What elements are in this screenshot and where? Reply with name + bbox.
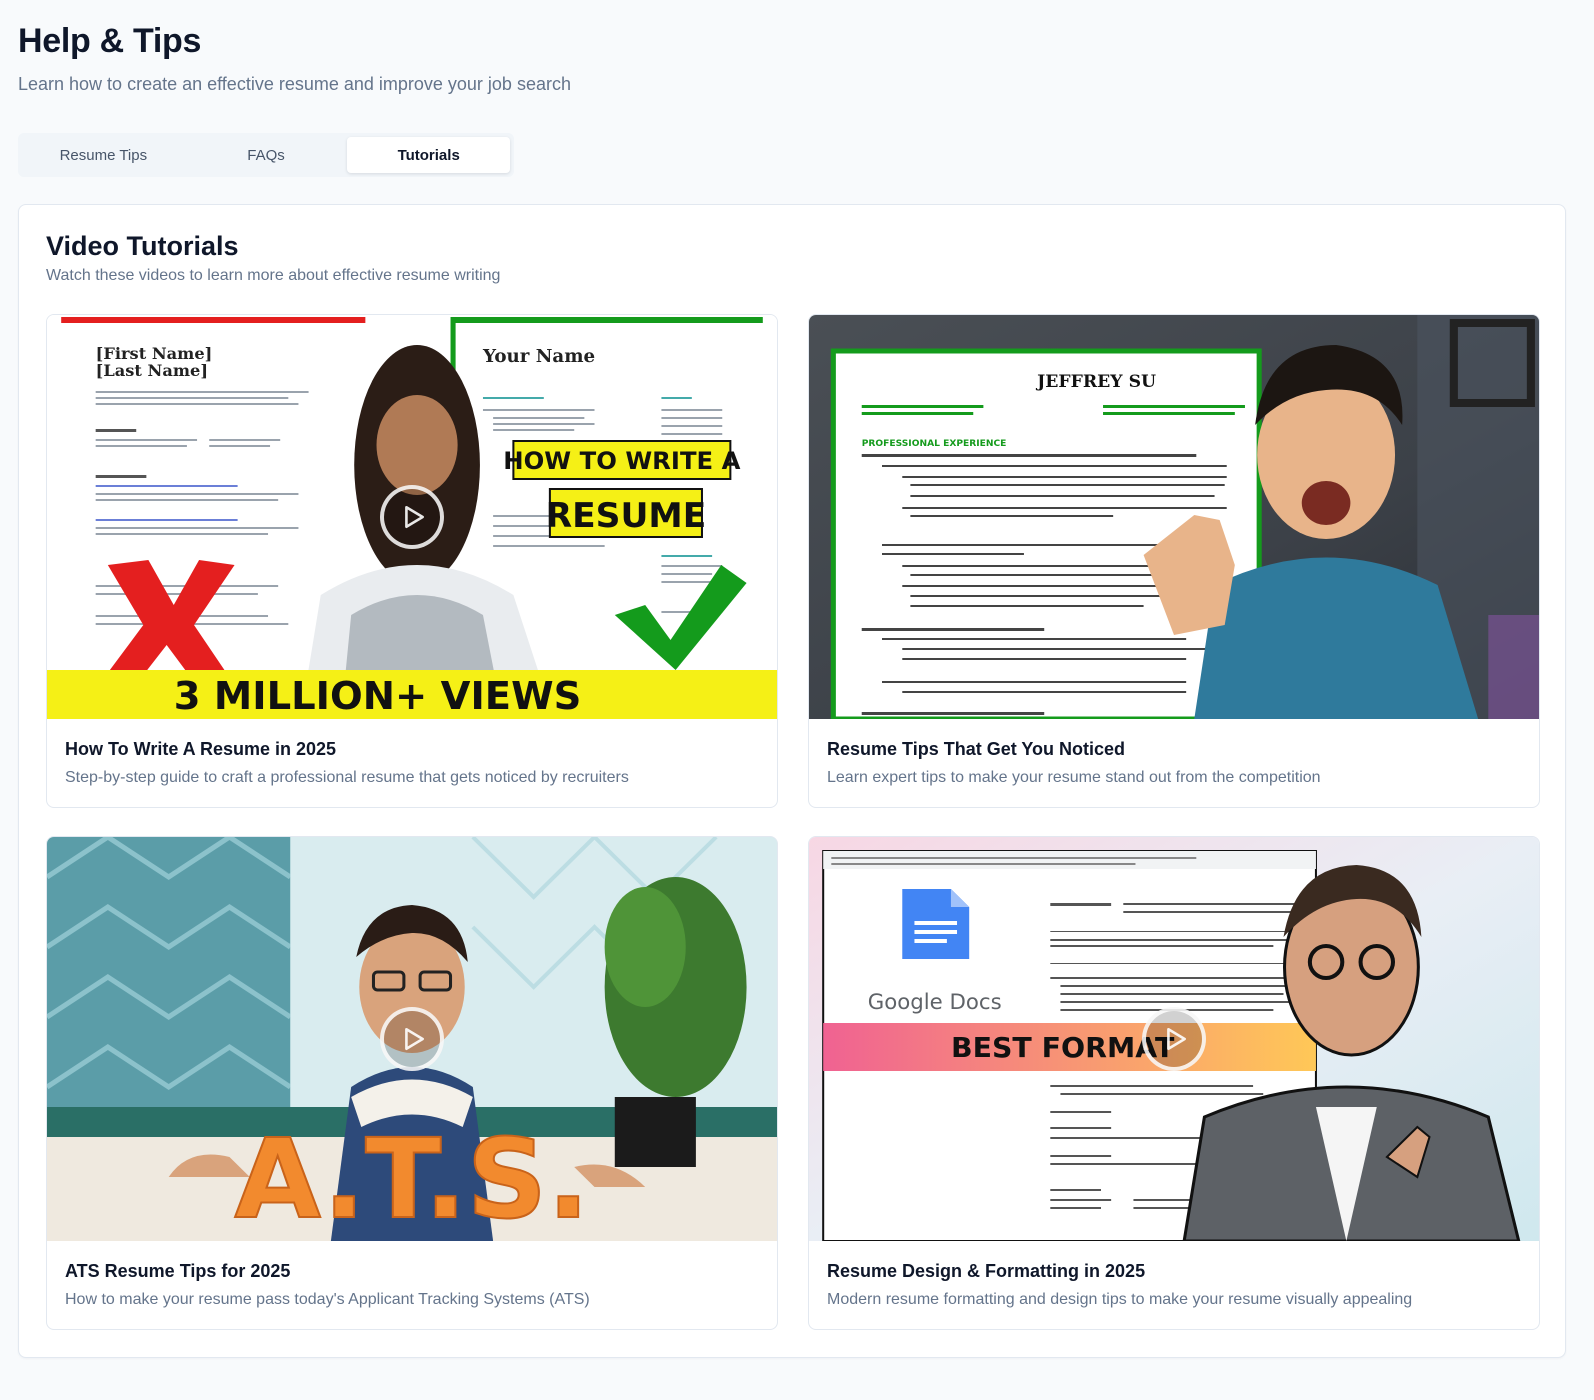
video-description: Modern resume formatting and design tips… [827,1291,1413,1308]
video-card[interactable]: A.T.S. ATS Resume Tips for 2025 How to m… [46,836,778,1330]
thumb-brand: Google Docs [868,989,1002,1014]
video-tutorials-panel: Video Tutorials Watch these videos to le… [18,204,1566,1358]
video-card[interactable]: Google Docs BEST FORMAT Resume Design & … [808,836,1540,1330]
video-title[interactable]: ATS Resume Tips for 2025 [65,1261,759,1282]
page-subtitle: Learn how to create an effective resume … [18,74,571,94]
video-card[interactable]: [First Name] [Last Name] Your Name HOW T… [46,314,778,808]
video-thumbnail[interactable]: JEFFREY SU PROFESSIONAL EXPERIENCE [809,315,1539,719]
tab-list: Resume Tips FAQs Tutorials [18,133,514,177]
play-circle-icon[interactable] [380,485,444,549]
thumb-footer: 3 MILLION+ VIEWS [174,674,582,719]
video-thumbnail[interactable]: [First Name] [Last Name] Your Name HOW T… [47,315,777,719]
thumb-ats-text: A.T.S. [235,1116,590,1241]
thumb-banner-1: HOW TO WRITE A [503,447,740,475]
section-subtitle: Watch these videos to learn more about e… [46,267,501,284]
video-title[interactable]: How To Write A Resume in 2025 [65,739,759,760]
play-circle-icon[interactable] [380,1007,444,1071]
video-description: Learn expert tips to make your resume st… [827,769,1321,786]
play-circle-icon[interactable] [1142,1007,1206,1071]
video-thumbnail[interactable]: Google Docs BEST FORMAT [809,837,1539,1241]
tab-tutorials[interactable]: Tutorials [347,137,511,173]
video-grid: [First Name] [Last Name] Your Name HOW T… [46,314,1540,1330]
tab-faqs[interactable]: FAQs [185,137,348,173]
thumb-your-name: Your Name [482,346,595,367]
section-title: Video Tutorials [46,231,239,261]
video-title[interactable]: Resume Tips That Get You Noticed [827,739,1521,760]
thumb-name-line-2: [Last Name] [96,361,208,380]
video-thumbnail[interactable]: A.T.S. [47,837,777,1241]
page-title: Help & Tips [18,22,202,60]
video-description: Step-by-step guide to craft a profession… [65,769,629,786]
thumb-section-label: PROFESSIONAL EXPERIENCE [862,439,1007,449]
video-description: How to make your resume pass today's App… [65,1291,590,1308]
thumb-resume-name: JEFFREY SU [1035,372,1156,392]
thumb-banner-2: RESUME [546,496,707,536]
video-title[interactable]: Resume Design & Formatting in 2025 [827,1261,1521,1282]
tab-resume-tips[interactable]: Resume Tips [22,137,185,173]
video-card[interactable]: JEFFREY SU PROFESSIONAL EXPERIENCE Resum… [808,314,1540,808]
